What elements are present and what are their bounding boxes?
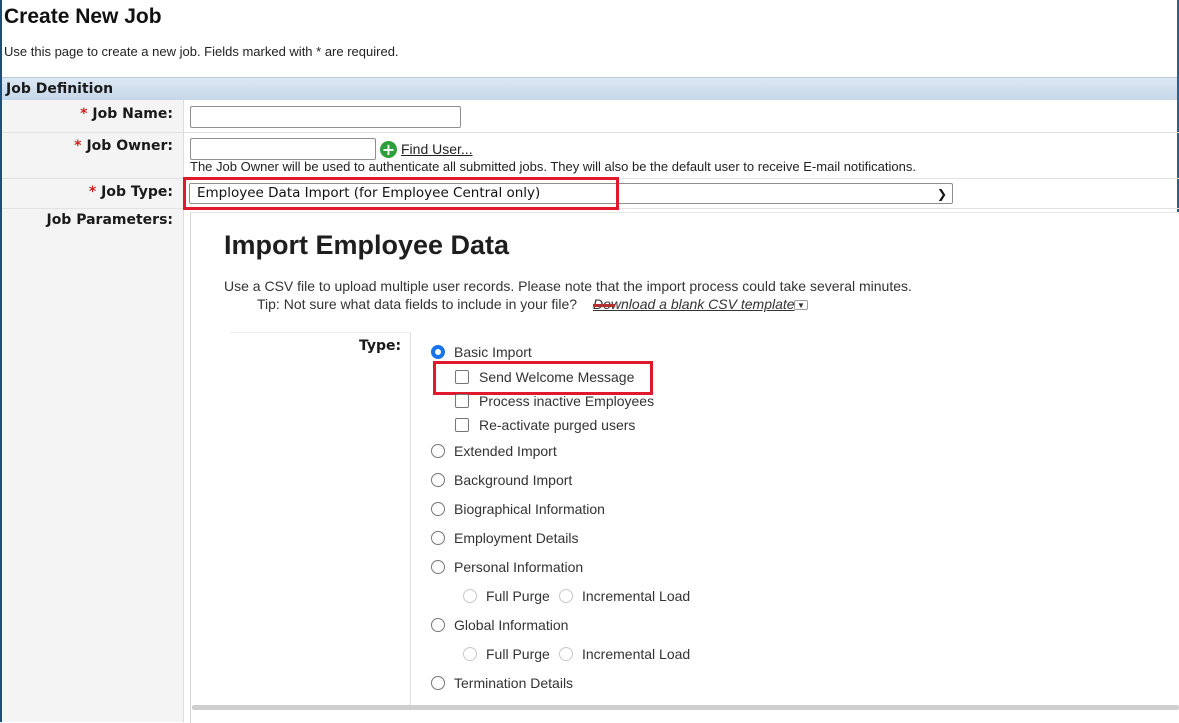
required-marker: *	[74, 138, 82, 154]
option-termination-details[interactable]: Termination Details	[431, 675, 573, 691]
option-personal-incremental-load[interactable]: Incremental Load	[559, 588, 690, 604]
radio-icon[interactable]	[431, 531, 445, 545]
job-parameters-label: Job Parameters:	[46, 212, 173, 228]
import-title: Import Employee Data	[224, 230, 510, 260]
radio-selected-icon[interactable]	[431, 345, 445, 359]
option-extended-import[interactable]: Extended Import	[431, 443, 557, 459]
option-basic-import[interactable]: Basic Import	[431, 344, 532, 360]
option-background-import[interactable]: Background Import	[431, 472, 572, 488]
radio-disabled-icon[interactable]	[463, 647, 477, 661]
option-process-inactive[interactable]: Process inactive Employees	[455, 393, 654, 409]
radio-icon[interactable]	[431, 676, 445, 690]
option-biographical-information[interactable]: Biographical Information	[431, 501, 605, 517]
checkbox-icon[interactable]	[455, 394, 469, 408]
checkbox-icon[interactable]	[455, 418, 469, 432]
option-employment-details[interactable]: Employment Details	[431, 530, 579, 546]
panel-bottom-edge	[192, 705, 1179, 710]
option-global-incremental-load[interactable]: Incremental Load	[559, 646, 690, 662]
highlight-box-job-type	[183, 177, 619, 210]
job-owner-label: * Job Owner:	[74, 138, 173, 154]
tip-text: Tip: Not sure what data fields to includ…	[257, 296, 578, 312]
option-global-information[interactable]: Global Information	[431, 617, 568, 633]
required-marker: *	[88, 184, 97, 200]
radio-icon[interactable]	[431, 502, 445, 516]
job-name-input[interactable]	[190, 106, 461, 128]
option-global-full-purge[interactable]: Full Purge	[463, 646, 550, 662]
job-owner-help-text: The Job Owner will be used to authentica…	[190, 159, 916, 174]
download-template-link[interactable]: Download a blank CSV template	[593, 296, 795, 312]
option-personal-information[interactable]: Personal Information	[431, 559, 583, 575]
radio-icon[interactable]	[431, 560, 445, 574]
find-user-button[interactable]: + Find User...	[380, 140, 473, 158]
section-header-job-definition: Job Definition	[2, 77, 1177, 100]
job-type-label: * Job Type:	[88, 184, 173, 200]
job-name-label: * Job Name:	[80, 106, 173, 122]
import-description: Use a CSV file to upload multiple user r…	[224, 278, 912, 294]
radio-disabled-icon[interactable]	[463, 589, 477, 603]
annotation-arrow-icon	[593, 304, 615, 307]
type-label: Type:	[359, 338, 402, 354]
section-header-label: Job Definition	[6, 81, 114, 97]
radio-icon[interactable]	[431, 618, 445, 632]
download-options-dropdown-icon[interactable]: ▼	[794, 300, 808, 310]
option-reactivate-purged[interactable]: Re-activate purged users	[455, 417, 635, 433]
type-label-cell	[230, 332, 411, 705]
row-divider	[2, 132, 1179, 133]
radio-disabled-icon[interactable]	[559, 647, 573, 661]
job-owner-input[interactable]	[190, 138, 376, 160]
radio-icon[interactable]	[431, 444, 445, 458]
option-personal-full-purge[interactable]: Full Purge	[463, 588, 550, 604]
find-user-link[interactable]: Find User...	[401, 141, 473, 157]
highlight-box-welcome-message	[433, 361, 653, 395]
add-plus-icon: +	[380, 139, 397, 159]
page-description: Use this page to create a new job. Field…	[4, 44, 399, 59]
chevron-down-icon: ❯	[936, 187, 947, 201]
required-marker: *	[80, 106, 88, 122]
page-title: Create New Job	[4, 5, 162, 28]
radio-disabled-icon[interactable]	[559, 589, 573, 603]
radio-icon[interactable]	[431, 473, 445, 487]
